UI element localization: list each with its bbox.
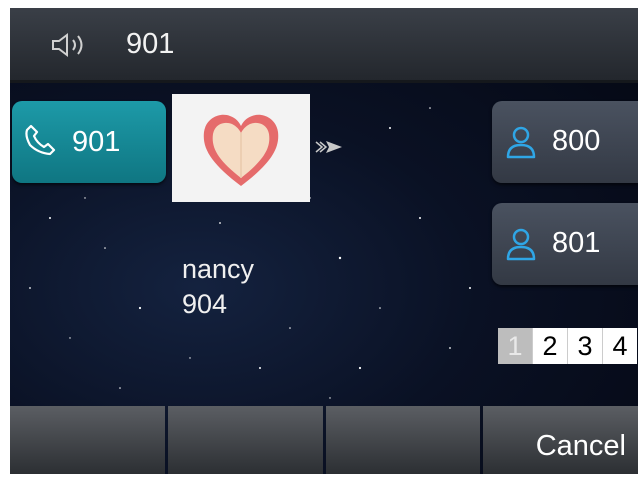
transfer-arrow-icon (315, 141, 342, 153)
contact-button-800[interactable]: 800 (492, 101, 638, 183)
phone-handset-icon (25, 124, 56, 156)
softkey-3[interactable] (325, 406, 481, 474)
phone-screen: 901 901 nancy 904 800 801 1 2 3 4 Cancel (10, 8, 638, 474)
page-4[interactable]: 4 (602, 328, 637, 364)
page-1[interactable]: 1 (498, 328, 532, 364)
softkey-1[interactable] (10, 406, 165, 474)
page-indicator: 1 2 3 4 (498, 328, 637, 364)
contact-button-801[interactable]: 801 (492, 203, 638, 285)
contact-label: 801 (552, 227, 601, 259)
caller-avatar (172, 94, 310, 202)
speaker-icon (52, 33, 83, 57)
caller-name: nancy (182, 254, 255, 284)
softkey-bar: Cancel (10, 406, 638, 474)
person-icon (506, 228, 536, 261)
caller-number: 904 (182, 289, 228, 319)
page-2[interactable]: 2 (532, 328, 567, 364)
page-3[interactable]: 3 (567, 328, 602, 364)
status-bar: 901 (10, 8, 638, 83)
line-key-label: 901 (72, 126, 121, 158)
cancel-label: Cancel (535, 430, 626, 462)
heart-avatar-icon (203, 114, 279, 186)
cancel-softkey[interactable]: Cancel (483, 406, 638, 474)
softkey-2[interactable] (167, 406, 323, 474)
contact-label: 800 (552, 125, 601, 157)
line-key-button[interactable]: 901 (12, 101, 166, 183)
person-icon (506, 126, 536, 159)
status-title: 901 (126, 28, 175, 60)
